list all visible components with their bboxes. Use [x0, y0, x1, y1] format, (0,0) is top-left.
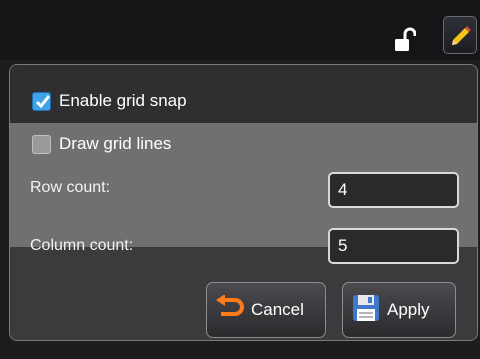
edit-mode-button[interactable] [443, 16, 477, 54]
apply-button-label: Apply [387, 300, 430, 319]
cancel-button[interactable]: Cancel [206, 282, 326, 338]
column-count-input[interactable] [328, 228, 459, 264]
row-count-label: Row count: [30, 179, 111, 196]
row-count-input[interactable] [328, 172, 459, 208]
column-count-label: Column count: [30, 237, 134, 254]
draw-grid-lines-checkbox[interactable] [32, 134, 51, 154]
floppy-disk-icon [351, 293, 381, 328]
grid-settings-panel: Enable grid snap Draw grid lines Row cou… [9, 64, 478, 341]
grid-settings-window: Enable grid snap Draw grid lines Row cou… [0, 0, 480, 359]
cancel-button-label: Cancel [251, 300, 304, 319]
draw-grid-lines-row[interactable]: Draw grid lines [32, 132, 171, 156]
enable-grid-snap-checkbox[interactable] [32, 91, 51, 111]
checkmark-icon [35, 94, 51, 108]
top-toolbar [0, 0, 480, 60]
draw-grid-lines-label: Draw grid lines [59, 134, 172, 153]
apply-button[interactable]: Apply [342, 282, 456, 338]
undo-arrow-icon [215, 293, 245, 326]
enable-grid-snap-row[interactable]: Enable grid snap [32, 89, 187, 113]
unlock-icon[interactable] [394, 27, 417, 53]
enable-grid-snap-label: Enable grid snap [59, 91, 187, 110]
